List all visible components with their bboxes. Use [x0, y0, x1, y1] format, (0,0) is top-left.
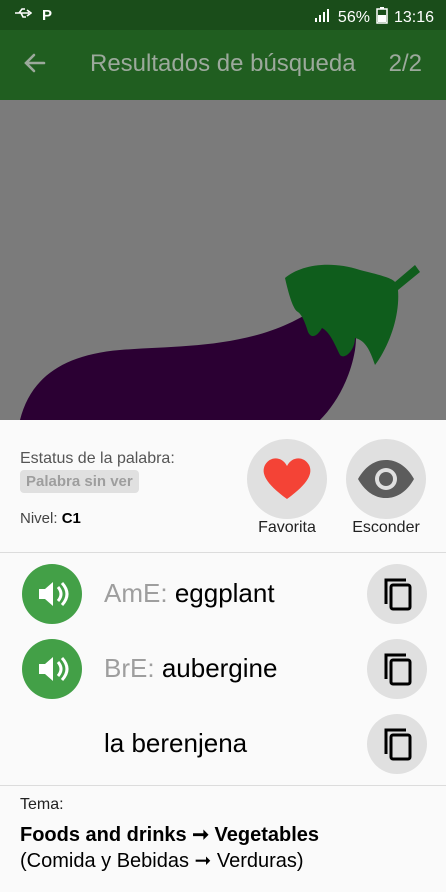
- level-info: Nivel: C1: [20, 510, 81, 527]
- speaker-icon: [39, 656, 69, 682]
- battery-percent: 56%: [337, 8, 370, 26]
- status-label: Estatus de la palabra:: [20, 450, 175, 467]
- hide-label: Esconder: [352, 519, 420, 536]
- pronunciation-prefix: AmE:: [104, 578, 168, 608]
- page-title: Resultados de búsqueda: [90, 50, 356, 77]
- word-illustration: [0, 100, 446, 420]
- clock: 13:16: [393, 8, 434, 26]
- topic-label: Tema:: [20, 796, 64, 813]
- level-label: Nivel:: [20, 510, 58, 527]
- copy-icon: [384, 728, 412, 761]
- play-ame-button[interactable]: [22, 564, 82, 624]
- pronunciation-word: eggplant: [174, 578, 275, 608]
- eye-icon: [358, 460, 414, 498]
- copy-bre-button[interactable]: [367, 639, 427, 699]
- copy-ame-button[interactable]: [367, 564, 427, 624]
- pronunciation-prefix: BrE:: [104, 653, 155, 683]
- favorite-label: Favorita: [258, 519, 316, 536]
- status-bar: P 56% 13:16: [0, 0, 446, 30]
- parking-icon: P: [42, 6, 53, 24]
- status-badge: Palabra sin ver: [20, 470, 139, 493]
- usb-icon: [14, 6, 33, 24]
- speaker-icon: [39, 581, 69, 607]
- level-value: C1: [61, 510, 81, 527]
- hide-button[interactable]: [346, 439, 426, 519]
- heart-icon: [263, 458, 311, 499]
- copy-icon: [384, 578, 412, 611]
- app-bar: Resultados de búsqueda 2/2: [0, 30, 446, 100]
- result-counter: 2/2: [388, 50, 422, 77]
- signal-icon: [314, 7, 332, 28]
- play-bre-button[interactable]: [22, 639, 82, 699]
- topic-main: Foods and drinks ➞ Vegetables: [20, 824, 320, 846]
- back-arrow-icon[interactable]: [22, 50, 52, 80]
- translation-text: la berenjena: [104, 728, 248, 758]
- divider: [0, 552, 446, 553]
- pronunciation-word: aubergine: [161, 653, 278, 683]
- pronunciation-bre: BrE: aubergine: [104, 653, 277, 684]
- copy-translation-button[interactable]: [367, 714, 427, 774]
- battery-icon: [376, 6, 388, 29]
- divider: [0, 785, 446, 786]
- favorite-button[interactable]: [247, 439, 327, 519]
- word-detail-panel: Estatus de la palabra: Palabra sin ver N…: [0, 420, 446, 892]
- pronunciation-ame: AmE: eggplant: [104, 578, 275, 609]
- copy-icon: [384, 653, 412, 686]
- topic-sub: (Comida y Bebidas ➞ Verduras): [20, 850, 304, 872]
